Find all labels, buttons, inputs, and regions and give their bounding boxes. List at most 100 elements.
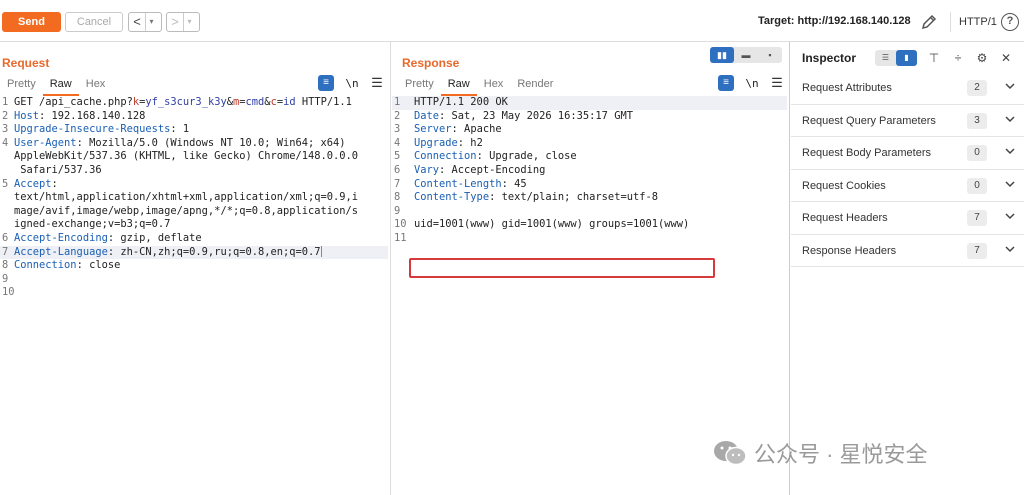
back-dropdown-icon[interactable]: ▾	[145, 13, 157, 31]
code-text: : close	[76, 259, 121, 272]
chevron-down-icon[interactable]	[1005, 244, 1015, 254]
layout-side-by-side-icon[interactable]: ▮▮	[710, 47, 734, 63]
menu-icon[interactable]: ☰	[370, 75, 384, 91]
word-wrap-icon[interactable]: ≡	[718, 75, 734, 91]
response-editor[interactable]: 1 HTTP/1.1 200 OK 2 Date: Sat, 23 May 2026 …	[392, 96, 787, 246]
request-tab-raw[interactable]: Raw	[42, 76, 79, 96]
code-text: : Mozilla/5.0 (Windows NT 10.0; Win64; x…	[76, 136, 346, 149]
inspector-section[interactable]: Request Cookies 0	[791, 170, 1024, 202]
history-back-group: < ▾	[128, 12, 162, 32]
line-text: Safari/537.36	[14, 164, 101, 176]
code-line: 6 Vary: Accept-Encoding	[392, 164, 787, 178]
inspector-panel-icon[interactable]: ▮	[896, 50, 917, 66]
request-tab-pretty[interactable]: Pretty	[0, 76, 43, 96]
line-number: 4	[394, 136, 401, 149]
code-line: 3 Server: Apache	[392, 123, 787, 137]
inspector-title: Inspector	[802, 51, 857, 65]
code-line: 11	[392, 232, 787, 246]
edit-target-icon[interactable]	[920, 13, 938, 31]
response-tab-hex[interactable]: Hex	[477, 76, 511, 96]
newline-toggle[interactable]: \n	[744, 77, 760, 90]
cancel-button[interactable]: Cancel	[65, 12, 123, 32]
chevron-down-icon[interactable]	[1005, 146, 1015, 156]
code-text: : h2	[457, 136, 483, 149]
forward-arrow-icon[interactable]: >	[167, 13, 183, 31]
chevron-down-icon[interactable]	[1005, 179, 1015, 189]
chevron-down-icon[interactable]	[1005, 81, 1015, 91]
code-line: 9	[0, 273, 388, 287]
inspector-section[interactable]: Request Query Parameters 3	[791, 105, 1024, 137]
close-icon[interactable]: ✕	[999, 51, 1013, 65]
line-number: 3	[2, 123, 9, 136]
line-number: 10	[2, 286, 15, 299]
watermark-text: 公众号 · 星悦安全	[754, 442, 928, 467]
layout-top-bottom-icon[interactable]: ▬	[734, 47, 758, 63]
line-text	[14, 286, 20, 298]
newline-toggle[interactable]: \n	[344, 77, 360, 90]
line-text: Connection: close	[14, 259, 120, 271]
response-tab-raw[interactable]: Raw	[440, 76, 477, 96]
request-tab-hex[interactable]: Hex	[79, 76, 113, 96]
code-line: 4 Upgrade: h2	[392, 137, 787, 151]
chevron-down-icon[interactable]	[1005, 211, 1015, 221]
top-toolbar: Send Cancel < ▾ > ▾ Target: http://192.1…	[0, 0, 1024, 42]
header-name: Upgrade-Insecure-Requests	[14, 123, 171, 136]
line-number: 5	[394, 150, 401, 163]
line-text: Connection: Upgrade, close	[414, 150, 577, 162]
header-name: Content-Length	[414, 177, 502, 190]
header-name: Vary	[414, 163, 440, 176]
send-button[interactable]: Send	[2, 12, 61, 32]
inspector-section-label: Request Query Parameters	[802, 114, 936, 127]
code-text: uid=1001(www) gid=1001(www) groups=1001(…	[414, 218, 690, 231]
layout-toggle[interactable]: ▮▮ ▬ ▪	[710, 47, 782, 63]
header-name: Accept-Encoding	[14, 231, 108, 244]
request-editor[interactable]: 1 GET /api_cache.php?k=yf_s3cur3_k3y&m=cm…	[0, 96, 388, 300]
code-text: : text/plain; charset=utf-8	[489, 191, 658, 204]
param-value: yf_s3cur3_k3y	[145, 96, 227, 108]
align-top-icon[interactable]: ⊤	[927, 51, 941, 65]
inspector-section[interactable]: Response Headers 7	[791, 235, 1024, 267]
request-title: Request	[2, 56, 50, 70]
line-number: 4	[2, 136, 9, 149]
line-text: Date: Sat, 23 May 2026 16:35:17 GMT	[414, 110, 633, 122]
help-icon[interactable]: ?	[1001, 13, 1019, 31]
inspector-section-label: Request Headers	[802, 212, 888, 224]
request-tabs: Pretty Raw Hex	[0, 76, 112, 96]
inspector-count-badge: 0	[967, 177, 987, 194]
response-tab-render[interactable]: Render	[510, 76, 560, 96]
response-tab-pretty[interactable]: Pretty	[398, 76, 441, 96]
word-wrap-icon[interactable]: ≡	[318, 75, 334, 91]
code-line: 8 Content-Type: text/plain; charset=utf-8	[392, 191, 787, 205]
code-line: 6 Accept-Encoding: gzip, deflate	[0, 232, 388, 246]
request-editor-tools: ≡ \n ☰	[318, 75, 384, 91]
code-line: 10 uid=1001(www) gid=1001(www) groups=100…	[392, 218, 787, 232]
inspector-section[interactable]: Request Attributes 2	[791, 72, 1024, 105]
align-center-icon[interactable]: ÷	[951, 51, 965, 65]
forward-dropdown-icon[interactable]: ▾	[183, 13, 195, 31]
response-editor-tools: ≡ \n ☰	[718, 75, 784, 91]
line-text: HTTP/1.1 200 OK	[414, 96, 508, 108]
line-number: 6	[394, 163, 401, 176]
back-arrow-icon[interactable]: <	[129, 13, 145, 31]
gear-icon[interactable]: ⚙	[975, 51, 989, 65]
line-text: Accept-Encoding: gzip, deflate	[14, 232, 202, 244]
protocol-selector[interactable]: HTTP/1	[950, 12, 997, 32]
inspector-section[interactable]: Request Headers 7	[791, 202, 1024, 235]
line-text	[414, 232, 420, 244]
code-text: AppleWebKit/537.36 (KHTML, like Gecko) C…	[14, 150, 359, 163]
code-line: 2 Date: Sat, 23 May 2026 16:35:17 GMT	[392, 110, 787, 124]
history-forward-group: > ▾	[166, 12, 200, 32]
chevron-down-icon[interactable]	[1005, 114, 1015, 124]
code-text: HTTP/1.1 200 OK	[414, 96, 508, 108]
menu-icon[interactable]: ☰	[770, 75, 784, 91]
line-number: 2	[2, 109, 9, 122]
inspector-layout-toggle[interactable]: ☰ ▮	[875, 50, 917, 66]
line-number: 7	[2, 245, 9, 258]
layout-tabs-icon[interactable]: ▪	[758, 47, 782, 63]
line-text: Accept-Language: zh-CN,zh;q=0.9,ru;q=0.8…	[14, 246, 322, 258]
inspector-list-icon[interactable]: ☰	[875, 50, 896, 66]
line-number: 5	[2, 177, 9, 190]
header-name: Date	[414, 109, 440, 122]
line-number: 10	[394, 218, 407, 231]
inspector-section[interactable]: Request Body Parameters 0	[791, 137, 1024, 170]
